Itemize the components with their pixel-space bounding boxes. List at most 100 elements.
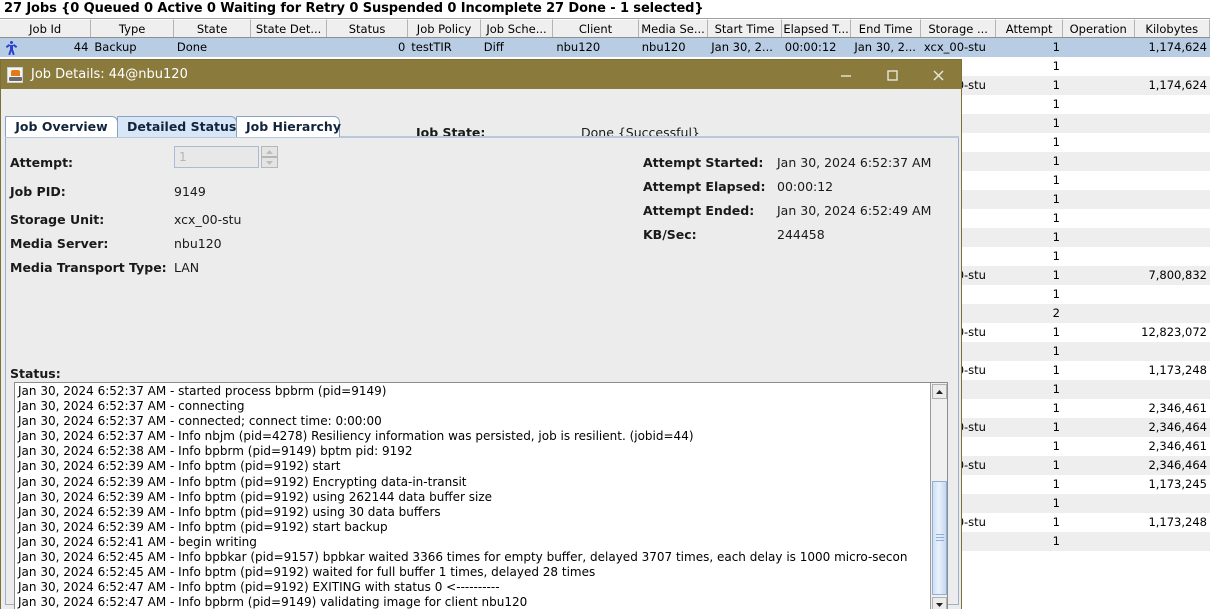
cell-operation [1062,76,1135,95]
column-header-media-se[interactable]: Media Se... [638,19,709,37]
cell-kilobytes: 12,823,072 [1134,323,1210,342]
cell-elapsed-time: 00:00:12 [784,40,837,54]
column-header-elapsed-t[interactable]: Elapsed T... [781,19,852,37]
minimize-icon[interactable] [823,60,869,89]
dialog-title: Job Details: 44@nbu120 [31,67,188,82]
column-header-state[interactable]: State [173,19,252,37]
column-header-storage[interactable]: Storage ... [920,19,997,37]
vertical-scroll-thumb[interactable] [932,481,947,595]
cell-operation [1062,133,1135,152]
column-header-end-time[interactable]: End Time [851,19,921,37]
cell-attempt: 1 [996,247,1063,266]
kb-per-sec-label: KB/Sec: [643,227,697,242]
cell-kilobytes [1134,209,1210,228]
cell-end-time: Jan 30, 2... [854,40,916,54]
cell-operation [1062,342,1135,361]
cell-kilobytes: 1,174,624 [1148,40,1207,54]
log-line: Jan 30, 2024 6:52:38 AM - Info bpbrm (pi… [18,444,413,459]
cell-operation [1062,171,1135,190]
status-log-box[interactable]: Jan 30, 2024 6:52:37 AM - started proces… [14,382,948,609]
job-details-dialog: Job Details: 44@nbu120 Job ID: 44 Job St… [0,59,962,609]
cell-kilobytes [1134,304,1210,323]
log-line: Jan 30, 2024 6:52:45 AM - Info bptm (pid… [18,565,596,580]
log-line: Jan 30, 2024 6:52:37 AM - connecting [18,399,245,414]
cell-kilobytes [1134,342,1210,361]
attempt-ended-label: Attempt Ended: [643,203,755,218]
cell-attempt: 1 [996,513,1063,532]
cell-attempt: 1 [996,475,1063,494]
maximize-icon[interactable] [869,60,915,89]
cell-operation [1062,494,1135,513]
dialog-tabs[interactable]: Job Overview Detailed Status Job Hierarchy [5,116,959,137]
log-line: Jan 30, 2024 6:52:41 AM - begin writing [18,534,257,549]
cell-attempt: 1 [996,266,1063,285]
attempt-ended-value: Jan 30, 2024 6:52:49 AM [777,203,932,218]
log-line: Jan 30, 2024 6:52:37 AM - connected; con… [18,414,382,429]
cell-operation [1062,247,1135,266]
column-header-job-sche[interactable]: Job Sche... [480,19,554,37]
screen: 27 Jobs {0 Queued 0 Active 0 Waiting for… [0,0,1210,609]
tab-detailed-status[interactable]: Detailed Status [117,116,237,137]
cell-operation [1062,95,1135,114]
jobs-summary-bar: 27 Jobs {0 Queued 0 Active 0 Waiting for… [0,0,1210,18]
cell-kilobytes [1134,152,1210,171]
scroll-down-arrow-icon[interactable] [932,597,947,609]
cell-operation [1062,152,1135,171]
tab-job-overview[interactable]: Job Overview [5,116,118,137]
column-header-state-det[interactable]: State Det... [251,19,327,37]
storage-unit-value: xcx_00-stu [174,212,242,227]
cell-kilobytes [1134,494,1210,513]
cell-attempt: 1 [1052,40,1060,54]
cell-operation [1062,285,1135,304]
table-row[interactable]: 44 Backup Done 0 testTIR Diff nbu120 nbu120 Jan … [0,38,1210,57]
cell-kilobytes [1134,228,1210,247]
cell-attempt: 1 [996,209,1063,228]
cell-kilobytes: 7,800,832 [1134,266,1210,285]
tab-job-hierarchy[interactable]: Job Hierarchy [236,116,341,137]
column-header-kilobytes[interactable]: Kilobytes [1134,19,1210,37]
spinner-up-icon[interactable] [261,146,278,157]
column-header-job-policy[interactable]: Job Policy [408,19,481,37]
column-header-client[interactable]: Client [553,19,639,37]
cell-job-id: 44 [0,38,91,57]
column-header-operation[interactable]: Operation [1062,19,1135,37]
cell-client: nbu120 [556,40,601,54]
attempt-spinner-buttons[interactable] [261,146,278,168]
column-header-type[interactable]: Type [91,19,174,37]
vertical-thumb-grip-icon [936,534,944,541]
attempt-spinner[interactable]: 1 [174,146,278,168]
close-icon[interactable] [915,60,961,89]
cell-storage-unit: xcx_00-stu [923,40,986,54]
cell-kilobytes [1134,247,1210,266]
attempt-started-value: Jan 30, 2024 6:52:37 AM [777,155,932,170]
attempt-elapsed-value: 00:00:12 [777,179,834,194]
java-app-icon [7,66,23,83]
cell-kilobytes: 2,346,464 [1134,456,1210,475]
cell-attempt: 1 [996,95,1063,114]
log-line: Jan 30, 2024 6:52:45 AM - Info bpbkar (p… [18,550,908,565]
spinner-down-icon[interactable] [261,157,278,168]
column-header-attempt[interactable]: Attempt [996,19,1063,37]
cell-operation [1062,57,1135,76]
cell-kilobytes [1134,171,1210,190]
status-vertical-scrollbar[interactable] [930,383,947,609]
cell-operation [1062,418,1135,437]
dialog-title-bar[interactable]: Job Details: 44@nbu120 [1,60,961,89]
media-server-value: nbu120 [174,236,222,251]
cell-attempt: 1 [996,494,1063,513]
cell-operation [1062,209,1135,228]
cell-attempt: 1 [996,437,1063,456]
cell-kilobytes [1134,532,1210,551]
cell-attempt: 1 [996,133,1063,152]
log-line: Jan 30, 2024 6:52:39 AM - Info bptm (pid… [18,474,467,489]
cell-job-id-text: 44 [73,40,89,54]
window-buttons [823,60,961,89]
detailed-status-panel: 1 Attempt: Job PID: 9149 Storage Unit: x… [5,138,959,609]
log-line: Jan 30, 2024 6:52:37 AM - started proces… [18,384,387,398]
column-header-status[interactable]: Status [326,19,409,37]
column-header-start-time[interactable]: Start Time [708,19,782,37]
column-header-job-id[interactable]: Job Id [0,19,92,37]
scroll-up-arrow-icon[interactable] [932,384,947,399]
cell-kilobytes: 2,346,464 [1134,418,1210,437]
attempt-input[interactable]: 1 [174,146,259,168]
